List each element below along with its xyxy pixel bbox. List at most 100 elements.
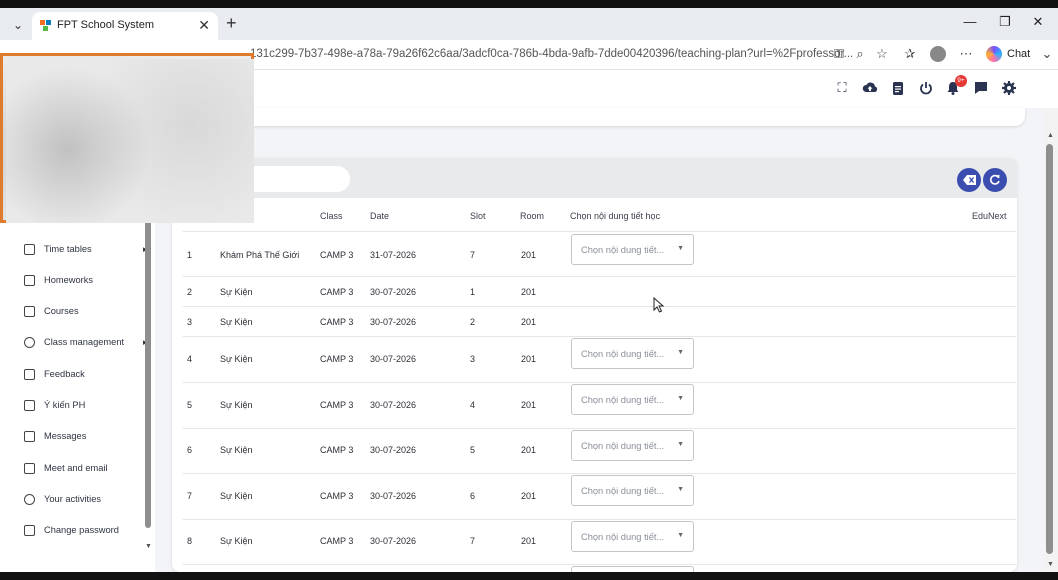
sidebar-item-change-password[interactable]: Change password: [24, 521, 139, 539]
restore-icon[interactable]: ❐: [995, 14, 1015, 30]
tab-strip: ⌄ FPT School System ✕ + — ❐ ✕: [0, 8, 1058, 40]
homework-icon: [24, 274, 35, 286]
feedback-icon: [24, 368, 35, 380]
url-field[interactable]: 131c299-7b37-498e-a78a-79a26f62c6aa/3adc…: [250, 48, 853, 60]
row-activity: Sự Kiện: [220, 354, 253, 364]
caret-down-icon: ▼: [677, 245, 684, 252]
scroll-up-icon[interactable]: ▲: [1047, 132, 1054, 139]
content-select[interactable]: Chọn nội dung tiết... ▼: [571, 338, 694, 369]
lock-icon: [24, 524, 35, 536]
copilot-icon: [986, 46, 1002, 62]
chat-button[interactable]: Chat: [986, 46, 1030, 62]
chat-icon[interactable]: [973, 80, 989, 96]
zoom-icon[interactable]: ⌕: [851, 46, 869, 62]
sidebar-item-label: Time tables: [44, 244, 92, 254]
new-tab-button[interactable]: +: [226, 13, 237, 34]
row-date: 30-07-2026: [370, 354, 417, 364]
content-select[interactable]: Chọn nội dung tiết... ▼: [571, 234, 694, 265]
row-room: 201: [521, 287, 537, 297]
window-close-icon[interactable]: ✕: [1028, 14, 1048, 30]
row-slot: 4: [470, 400, 476, 410]
row-date: 30-07-2026: [370, 400, 417, 410]
tab-search-icon[interactable]: ⌄: [8, 15, 28, 35]
row-class: CAMP 3: [320, 445, 354, 455]
table-row: 3 Sự Kiện CAMP 3 30-07-2026 2 201: [183, 307, 1016, 337]
table-toolbar: [172, 158, 1017, 198]
sidebar-item-y-kien-ph[interactable]: Ý kiến PH: [24, 396, 139, 414]
sidebar-item-label: Your activities: [44, 494, 102, 504]
sidebar-item-label: Ý kiến PH: [44, 400, 86, 410]
sidebar-item-courses[interactable]: Courses: [24, 302, 139, 320]
header-class[interactable]: Class: [320, 211, 343, 221]
gear-icon[interactable]: [1001, 80, 1017, 96]
cloud-upload-icon[interactable]: [862, 80, 878, 96]
tab-close-icon[interactable]: ✕: [198, 17, 210, 34]
star-icon[interactable]: ☆: [873, 46, 891, 62]
row-class: CAMP 3: [320, 287, 354, 297]
content-select[interactable]: Chọn nội dung tiết... ▼: [571, 475, 694, 506]
content-select[interactable]: Chọn nội dung tiết... ▼: [571, 384, 694, 415]
page-scrollbar-thumb[interactable]: [1046, 144, 1053, 554]
chevron-down-icon[interactable]: ⌄: [1038, 46, 1056, 62]
power-icon[interactable]: [918, 80, 934, 96]
sidebar-item-label: Class management: [44, 337, 125, 347]
profile-avatar[interactable]: [930, 46, 946, 62]
sidebar-item-messages[interactable]: Messages: [24, 427, 139, 445]
scroll-down-icon[interactable]: ▼: [1047, 561, 1054, 568]
row-slot: 7: [470, 250, 476, 260]
more-icon[interactable]: ⋯: [957, 46, 975, 62]
row-activity: Sự Kiện: [220, 287, 253, 297]
sidebar-item-homeworks[interactable]: Homeworks: [24, 271, 139, 289]
refresh-button[interactable]: [983, 168, 1007, 192]
favorites-icon[interactable]: ✰: [901, 46, 919, 62]
sidebar-item-your-activities[interactable]: Your activities: [24, 490, 139, 508]
bookmark-icon: [24, 399, 35, 411]
key-icon[interactable]: ⚿: [830, 46, 848, 62]
minimize-icon[interactable]: —: [960, 14, 980, 29]
header-date[interactable]: Date: [370, 211, 389, 221]
clear-filter-button[interactable]: [957, 168, 981, 192]
select-placeholder: Chọn nội dung tiết...: [581, 245, 665, 255]
content-select[interactable]: Chọn nội dung tiết... ▼: [571, 521, 694, 552]
top-card: [165, 108, 1025, 126]
caret-down-icon: ▼: [677, 486, 684, 493]
row-activity: Sự Kiện: [220, 536, 253, 546]
row-number: 3: [187, 317, 193, 327]
class-icon: [24, 336, 35, 348]
activities-icon: [24, 493, 35, 505]
header-slot[interactable]: Slot: [470, 211, 486, 221]
select-placeholder: Chọn nội dung tiết...: [581, 441, 665, 451]
header-room[interactable]: Room: [520, 211, 544, 221]
tab-title: FPT School System: [57, 19, 154, 31]
header-content: Chọn nội dung tiết học: [570, 211, 661, 221]
row-number: 2: [187, 287, 193, 297]
row-number: 4: [187, 354, 193, 364]
row-number: 6: [187, 445, 193, 455]
row-room: 201: [521, 354, 537, 364]
content-select[interactable]: [571, 566, 694, 572]
row-activity: Sự Kiện: [220, 445, 253, 455]
row-number: 1: [187, 250, 193, 260]
select-placeholder: Chọn nội dung tiết...: [581, 486, 665, 496]
table-row: 8 Sự Kiện CAMP 3 30-07-2026 7 201 Chọn n…: [183, 520, 1016, 565]
row-activity: Khám Phá Thế Giới: [220, 250, 300, 260]
chat-label: Chat: [1007, 48, 1031, 60]
select-placeholder: Chọn nội dung tiết...: [581, 395, 665, 405]
sidebar-scroll-down-icon[interactable]: ▼: [145, 543, 152, 550]
sidebar-item-meet-and-email[interactable]: Meet and email: [24, 459, 139, 477]
sidebar-item-class-management[interactable]: Class management ▸: [24, 333, 148, 351]
row-date: 30-07-2026: [370, 536, 417, 546]
browser-tab[interactable]: FPT School System ✕: [32, 12, 218, 40]
row-class: CAMP 3: [320, 250, 354, 260]
messages-icon: [24, 430, 35, 442]
sidebar-item-time-tables[interactable]: Time tables ▸: [24, 240, 148, 258]
fullscreen-icon[interactable]: ⛶: [834, 80, 850, 96]
clipboard-icon[interactable]: [890, 80, 906, 96]
courses-icon: [24, 305, 35, 317]
row-slot: 7: [470, 536, 476, 546]
header-edunext: EduNext: [972, 211, 1007, 221]
row-number: 7: [187, 491, 193, 501]
sidebar-item-feedback[interactable]: Feedback: [24, 365, 139, 383]
refresh-icon: [990, 174, 1000, 185]
content-select[interactable]: Chọn nội dung tiết... ▼: [571, 430, 694, 461]
